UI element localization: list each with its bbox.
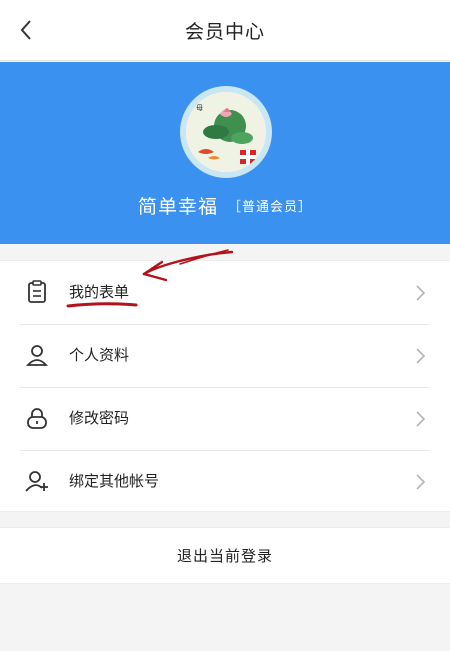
avatar[interactable]: ⺟: [180, 86, 272, 178]
menu-item-label: 修改密码: [69, 409, 130, 427]
chevron-right-icon: [416, 474, 426, 490]
annotation-arrow-icon: [142, 249, 234, 282]
user-name: 简单幸福: [137, 195, 218, 218]
chevron-right-icon: [416, 348, 426, 364]
logout-button[interactable]: 退出当前登录: [0, 527, 450, 584]
avatar-image: ⺟: [186, 92, 266, 172]
annotation-underline: [66, 302, 138, 308]
menu-item-change-password[interactable]: 修改密码: [0, 387, 450, 450]
user-icon: [24, 342, 50, 368]
member-level-badge: ［普通会员］: [228, 199, 313, 215]
lock-icon: [24, 405, 50, 431]
back-button[interactable]: [10, 14, 42, 46]
menu-item-label: 我的表单: [69, 283, 130, 301]
chevron-right-icon: [416, 285, 426, 301]
top-nav-bar: 会员中心: [0, 0, 450, 61]
chevron-right-icon: [416, 411, 426, 427]
menu-item-label: 绑定其他帐号: [69, 472, 160, 490]
logout-label: 退出当前登录: [176, 547, 273, 565]
profile-header: ⺟ 简单幸福 ［普通会员］: [0, 62, 450, 244]
user-add-icon: [24, 468, 50, 494]
menu-item-bind-account[interactable]: 绑定其他帐号: [0, 450, 450, 513]
menu-list: 我的表单 个人资料 修改密码 绑定其他帐号: [0, 260, 450, 512]
menu-item-profile[interactable]: 个人资料: [0, 324, 450, 387]
user-info: 简单幸福 ［普通会员］: [0, 190, 450, 220]
chevron-left-icon: [20, 20, 31, 40]
svg-text:⺟: ⺟: [196, 104, 203, 112]
menu-item-label: 个人资料: [69, 346, 130, 364]
clipboard-icon: [24, 279, 50, 305]
page-title: 会员中心: [184, 20, 265, 43]
